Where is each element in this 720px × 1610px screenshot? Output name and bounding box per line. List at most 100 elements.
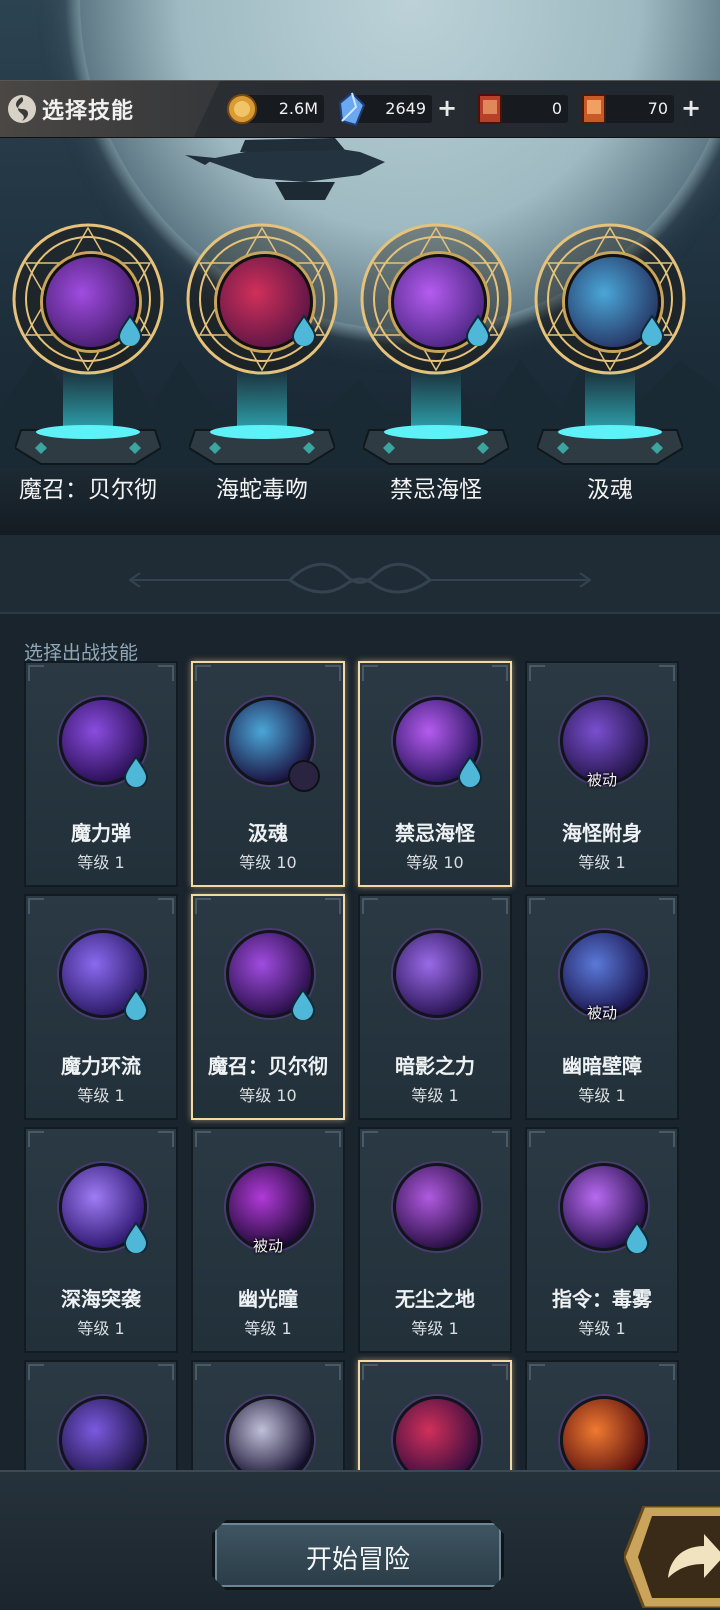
skill-name: 暗影之力	[395, 1054, 475, 1078]
skill-name: 无尘之地	[395, 1287, 475, 1311]
card-corner	[325, 1364, 341, 1380]
blue-crystal-icon	[338, 91, 366, 127]
water-drop-icon	[123, 988, 149, 1020]
red-ticket-counter: 0	[478, 94, 568, 124]
orange-ticket-counter: 70 +	[582, 94, 701, 124]
card-corner	[362, 1131, 378, 1147]
orange-ticket-icon	[582, 94, 606, 124]
card-corner	[362, 1364, 378, 1380]
bottom-bar: 开始冒险	[0, 1470, 720, 1610]
selected-skill-slot[interactable]: 魔召：贝尔彻	[3, 222, 173, 503]
add-ticket-button[interactable]: +	[678, 95, 704, 123]
skill-name: 禁忌海怪	[395, 821, 475, 845]
card-corner	[492, 1364, 508, 1380]
passive-tag: 被动	[586, 1004, 617, 1022]
stone-pedestal	[537, 425, 683, 465]
gold-coin-icon	[227, 94, 257, 124]
skill-level: 等级 1	[77, 1086, 125, 1105]
skill-level: 等级 1	[578, 1086, 626, 1105]
selected-skill-slot[interactable]: 汲魂	[525, 222, 695, 503]
skill-name: 魔召：贝尔彻	[208, 1054, 328, 1078]
skill-level: 等级 1	[578, 1319, 626, 1338]
start-adventure-button[interactable]: 开始冒险	[212, 1520, 504, 1590]
water-drop-icon	[291, 314, 317, 346]
card-corner	[659, 898, 675, 914]
card-corner	[529, 665, 545, 681]
card-corner	[195, 898, 211, 914]
selected-skill-name: 魔召：贝尔彻	[19, 477, 157, 503]
start-adventure-label: 开始冒险	[305, 1545, 410, 1575]
card-corner	[28, 665, 44, 681]
crescent-moon-icon	[288, 760, 320, 792]
skill-name: 魔力环流	[61, 1054, 141, 1078]
stone-pedestal	[189, 425, 335, 465]
selected-skill-slot[interactable]: 海蛇毒吻	[177, 222, 347, 503]
skill-card[interactable]: 指令：毒雾 等级 1	[525, 1127, 679, 1353]
card-corner	[195, 1364, 211, 1380]
skill-card[interactable]: 禁忌海怪 等级 10	[358, 661, 512, 887]
coin-counter: 2.6M	[227, 94, 324, 124]
selected-skill-slot[interactable]: 禁忌海怪	[351, 222, 521, 503]
orange-ticket-value: 70	[647, 99, 668, 118]
skill-name: 魔力弹	[71, 821, 131, 845]
skill-name: 海怪附身	[562, 821, 642, 845]
card-corner	[529, 1131, 545, 1147]
skill-card[interactable]: 汲魂 等级 10	[191, 661, 345, 887]
crystal-counter: 2649 +	[338, 91, 457, 127]
skill-card[interactable]: 暗影之力 等级 1	[358, 894, 512, 1120]
red-ticket-value: 0	[551, 99, 562, 118]
passive-tag: 被动	[252, 1237, 283, 1255]
water-drop-icon	[465, 314, 491, 346]
card-corner	[28, 898, 44, 914]
skill-card[interactable]: 被动 海怪附身 等级 1	[525, 661, 679, 887]
title-block: 选择技能	[0, 81, 220, 137]
page-title: 选择技能	[42, 99, 135, 124]
card-corner	[492, 665, 508, 681]
crystal-value: 2649	[385, 99, 426, 118]
skill-card[interactable]: 深海突袭 等级 1	[24, 1127, 178, 1353]
card-corner	[158, 898, 174, 914]
skill-card[interactable]: 被动 幽光瞳 等级 1	[191, 1127, 345, 1353]
card-corner	[325, 898, 341, 914]
card-corner	[325, 665, 341, 681]
card-corner	[529, 1364, 545, 1380]
share-arrow-button[interactable]	[624, 1506, 720, 1608]
skill-level: 等级 10	[239, 1086, 297, 1105]
skill-card[interactable]: 无尘之地 等级 1	[358, 1127, 512, 1353]
card-corner	[28, 1131, 44, 1147]
card-corner	[492, 1131, 508, 1147]
ornamental-divider	[128, 562, 592, 594]
water-drop-icon	[457, 755, 483, 787]
stone-pedestal	[15, 425, 161, 465]
card-corner	[529, 898, 545, 914]
card-corner	[362, 665, 378, 681]
add-crystal-button[interactable]: +	[434, 95, 460, 123]
skill-level: 等级 1	[411, 1319, 459, 1338]
skill-level: 等级 1	[77, 1319, 125, 1338]
card-corner	[158, 1131, 174, 1147]
card-corner	[325, 1131, 341, 1147]
passive-tag: 被动	[586, 771, 617, 789]
water-drop-icon	[624, 1221, 650, 1253]
skill-card[interactable]: 魔力弹 等级 1	[24, 661, 178, 887]
water-drop-icon	[123, 1221, 149, 1253]
divider-zone	[0, 535, 720, 613]
skill-card[interactable]: 魔力环流 等级 1	[24, 894, 178, 1120]
skill-level: 等级 1	[578, 853, 626, 872]
shadow-power-icon	[393, 930, 481, 1018]
card-corner	[158, 1364, 174, 1380]
skill-level: 等级 1	[77, 853, 125, 872]
red-ticket-icon	[478, 94, 502, 124]
skill-level: 等级 1	[411, 1086, 459, 1105]
skill-card[interactable]: 魔召：贝尔彻 等级 10	[191, 894, 345, 1120]
skill-card[interactable]: 被动 幽暗壁障 等级 1	[525, 894, 679, 1120]
stone-pedestal	[363, 425, 509, 465]
card-corner	[492, 898, 508, 914]
selected-skill-name: 汲魂	[587, 477, 633, 503]
skill-name: 幽暗壁障	[562, 1054, 642, 1078]
card-corner	[28, 1364, 44, 1380]
dustless-land-icon	[393, 1163, 481, 1251]
water-drop-icon	[123, 755, 149, 787]
skill-name: 幽光瞳	[238, 1287, 298, 1311]
selected-skill-name: 禁忌海怪	[390, 477, 482, 503]
